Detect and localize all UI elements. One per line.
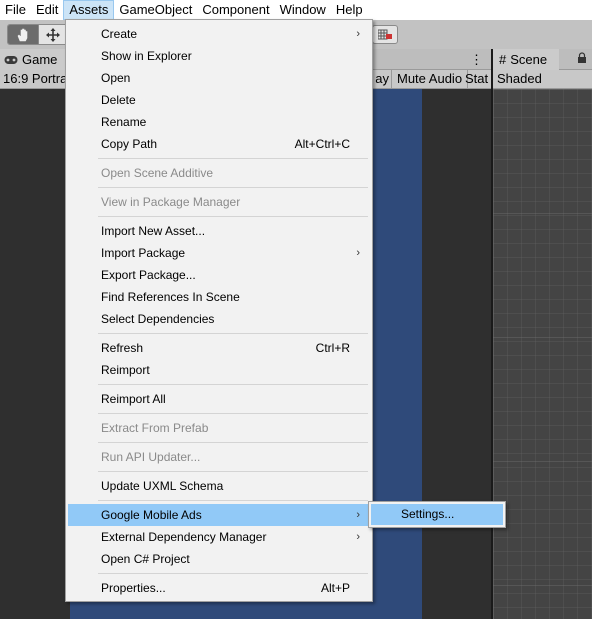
toolbar-tool-button[interactable] bbox=[372, 25, 398, 44]
menu-item-label: Open Scene Additive bbox=[101, 166, 214, 180]
menu-item-label: Create bbox=[101, 27, 138, 41]
menu-component[interactable]: Component bbox=[197, 0, 274, 20]
chevron-right-icon: › bbox=[356, 509, 360, 521]
menu-item-label: Copy Path bbox=[101, 137, 158, 151]
menu-separator bbox=[68, 330, 370, 337]
menu-item-open-scene-additive: Open Scene Additive bbox=[68, 162, 370, 184]
assets-menu: Create › Show in Explorer Open Delete Rename C… bbox=[65, 19, 373, 602]
menu-item-import-new-asset[interactable]: Import New Asset... bbox=[68, 220, 370, 242]
move-tool-button[interactable] bbox=[37, 25, 68, 44]
menu-assets[interactable]: Assets bbox=[63, 0, 115, 20]
menu-item-label: Reimport bbox=[101, 363, 150, 377]
menu-separator bbox=[68, 155, 370, 162]
menu-item-label: Settings... bbox=[401, 507, 455, 521]
menu-item-rename[interactable]: Rename bbox=[68, 111, 370, 133]
menu-edit[interactable]: Edit bbox=[31, 0, 63, 20]
menu-separator bbox=[68, 570, 370, 577]
menu-item-reimport-all[interactable]: Reimport All bbox=[68, 388, 370, 410]
scene-tab-bar: # Scene bbox=[493, 49, 592, 70]
menu-item-show-in-explorer[interactable]: Show in Explorer bbox=[68, 45, 370, 67]
menu-gameobject[interactable]: GameObject bbox=[114, 0, 197, 20]
menu-item-label: Properties... bbox=[101, 581, 166, 595]
menu-item-label: Rename bbox=[101, 115, 147, 129]
menu-item-label: Run API Updater... bbox=[101, 450, 201, 464]
menu-item-label: Export Package... bbox=[101, 268, 196, 282]
menu-item-create[interactable]: Create › bbox=[68, 23, 370, 45]
menu-separator bbox=[68, 497, 370, 504]
menu-item-label: Update UXML Schema bbox=[101, 479, 224, 493]
menu-separator bbox=[68, 468, 370, 475]
menu-item-label: Delete bbox=[101, 93, 136, 107]
menu-item-export-package[interactable]: Export Package... bbox=[68, 264, 370, 286]
menu-item-refresh[interactable]: Refresh Ctrl+R bbox=[68, 337, 370, 359]
tab-game-label: Game bbox=[22, 52, 58, 67]
menu-item-label: External Dependency Manager bbox=[101, 530, 267, 544]
lock-icon[interactable] bbox=[577, 52, 587, 67]
menu-separator bbox=[68, 439, 370, 446]
menu-item-properties[interactable]: Properties... Alt+P bbox=[68, 577, 370, 599]
google-mobile-ads-submenu: Settings... bbox=[368, 501, 506, 528]
menu-item-update-uxml-schema[interactable]: Update UXML Schema bbox=[68, 475, 370, 497]
menu-item-external-dependency-manager[interactable]: External Dependency Manager › bbox=[68, 526, 370, 548]
tab-scene[interactable]: # Scene bbox=[493, 49, 559, 70]
menu-item-label: Select Dependencies bbox=[101, 312, 215, 326]
menu-item-label: Google Mobile Ads bbox=[101, 508, 202, 522]
menu-item-label: Reimport All bbox=[101, 392, 166, 406]
snap-grid-icon bbox=[378, 29, 392, 39]
menu-item-label: Import Package bbox=[101, 246, 186, 260]
menu-item-open-c-project[interactable]: Open C# Project bbox=[68, 548, 370, 570]
menu-item-shortcut: Ctrl+R bbox=[315, 341, 350, 355]
shading-mode-dropdown[interactable]: Shaded bbox=[497, 71, 542, 86]
chevron-right-icon: › bbox=[356, 247, 360, 259]
menu-item-import-package[interactable]: Import Package › bbox=[68, 242, 370, 264]
grid-icon: # bbox=[499, 52, 507, 67]
menu-item-extract-from-prefab: Extract From Prefab bbox=[68, 417, 370, 439]
aspect-dropdown[interactable]: 16:9 Portrait bbox=[3, 71, 74, 86]
menu-separator bbox=[68, 213, 370, 220]
tab-scene-label: Scene bbox=[510, 52, 548, 67]
menu-item-delete[interactable]: Delete bbox=[68, 89, 370, 111]
transform-tools bbox=[7, 24, 69, 45]
scene-toolbar: Shaded bbox=[493, 70, 592, 89]
scene-view[interactable] bbox=[493, 89, 592, 619]
menu-item-shortcut: Alt+P bbox=[320, 581, 350, 595]
menu-item-label: Find References In Scene bbox=[101, 290, 240, 304]
menu-item-view-in-package-manager: View in Package Manager bbox=[68, 191, 370, 213]
menu-item-label: Refresh bbox=[101, 341, 144, 355]
menu-item-label: View in Package Manager bbox=[101, 195, 241, 209]
menu-item-settings[interactable]: Settings... bbox=[371, 504, 503, 525]
menu-item-reimport[interactable]: Reimport bbox=[68, 359, 370, 381]
menu-separator bbox=[68, 184, 370, 191]
menu-item-google-mobile-ads[interactable]: Google Mobile Ads › bbox=[68, 504, 370, 526]
menu-help[interactable]: Help bbox=[331, 0, 368, 20]
menu-item-find-references-in-scene[interactable]: Find References In Scene bbox=[68, 286, 370, 308]
menu-item-run-api-updater: Run API Updater... bbox=[68, 446, 370, 468]
menu-window[interactable]: Window bbox=[275, 0, 331, 20]
gamepad-icon bbox=[4, 55, 18, 64]
menu-item-copy-path[interactable]: Copy Path Alt+Ctrl+C bbox=[68, 133, 370, 155]
tab-game[interactable]: Game bbox=[0, 49, 70, 70]
menu-bar: File Edit Assets GameObject Component Wi… bbox=[0, 0, 592, 20]
menu-item-open[interactable]: Open bbox=[68, 67, 370, 89]
menu-item-select-dependencies[interactable]: Select Dependencies bbox=[68, 308, 370, 330]
hand-tool-button[interactable] bbox=[8, 25, 38, 44]
menu-item-label: Extract From Prefab bbox=[101, 421, 209, 435]
menu-item-label: Show in Explorer bbox=[101, 49, 192, 63]
mute-audio-toggle[interactable]: Mute Audio bbox=[391, 70, 469, 89]
stats-toggle[interactable]: Stat bbox=[465, 71, 491, 86]
menu-separator bbox=[68, 381, 370, 388]
hand-icon bbox=[17, 28, 28, 41]
menu-item-shortcut: Alt+Ctrl+C bbox=[294, 137, 350, 151]
menu-item-label: Open bbox=[101, 71, 131, 85]
menu-separator bbox=[68, 410, 370, 417]
chevron-right-icon: › bbox=[356, 28, 360, 40]
menu-file[interactable]: File bbox=[0, 0, 31, 20]
menu-item-label: Open C# Project bbox=[101, 552, 190, 566]
move-icon bbox=[46, 27, 61, 42]
chevron-right-icon: › bbox=[356, 531, 360, 543]
menu-item-label: Import New Asset... bbox=[101, 224, 206, 238]
more-options-icon[interactable]: ⋮ bbox=[470, 52, 483, 68]
